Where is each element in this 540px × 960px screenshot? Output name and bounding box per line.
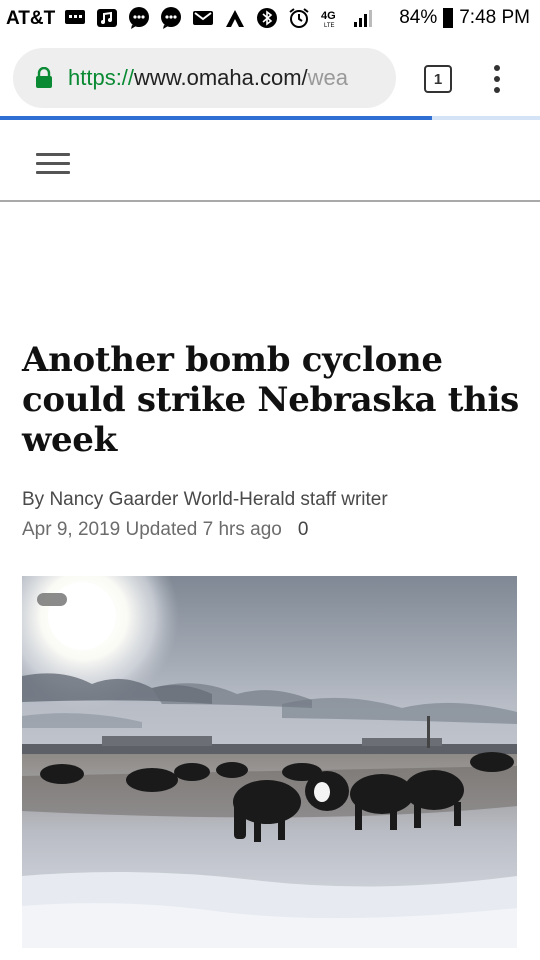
site-header [0, 120, 540, 202]
hamburger-line [36, 153, 70, 156]
comment-count[interactable]: 0 [298, 519, 309, 540]
app-icon [226, 10, 244, 27]
music-icon [97, 9, 117, 27]
chat-icon [129, 7, 149, 29]
url-tail: wea [307, 65, 349, 90]
article-photo[interactable] [22, 576, 517, 948]
notification-icons: 4G LTE [64, 7, 374, 29]
photo-indicator [37, 593, 67, 606]
message-icon [65, 10, 85, 24]
hamburger-line [36, 162, 70, 165]
hamburger-menu-icon[interactable] [36, 153, 70, 179]
tab-switcher-button[interactable]: 1 [424, 65, 452, 93]
battery-icon [443, 8, 454, 28]
article-headline: Another bomb cyclone could strike Nebras… [22, 340, 520, 460]
bluetooth-icon [257, 8, 277, 28]
clock: 7:48 PM [459, 7, 530, 28]
overflow-menu-icon[interactable] [492, 64, 502, 94]
url-host: www.omaha.com/ [134, 65, 308, 90]
article-byline[interactable]: By Nancy Gaarder World-Herald staff writ… [22, 489, 388, 511]
url-text[interactable]: https://www.omaha.com/wea [68, 65, 348, 91]
gmail-icon [193, 11, 213, 25]
carrier-label: AT&T [6, 8, 56, 29]
cattle-in-snow-photo [22, 576, 517, 948]
article-dateline: Apr 9, 2019 Updated 7 hrs ago 0 [22, 519, 308, 541]
article-date: Apr 9, 2019 Updated 7 hrs ago [22, 519, 282, 540]
status-bar: AT&T 4G LTE 84% 7:48 PM [0, 0, 540, 38]
hamburger-line [36, 171, 70, 174]
lte-icon: 4GLTE [321, 10, 336, 29]
browser-toolbar: https://www.omaha.com/wea 1 [0, 38, 540, 118]
address-bar[interactable]: https://www.omaha.com/wea [13, 48, 396, 108]
url-scheme: https:// [68, 65, 135, 90]
chat-icon [161, 7, 181, 29]
battery-percent: 84% [399, 7, 438, 28]
svg-text:4G: 4G [321, 10, 336, 22]
svg-text:LTE: LTE [324, 23, 335, 29]
alarm-icon [289, 8, 309, 28]
lock-icon [36, 67, 52, 88]
status-right: 84% 7:48 PM [399, 7, 530, 29]
signal-icon [354, 10, 372, 27]
